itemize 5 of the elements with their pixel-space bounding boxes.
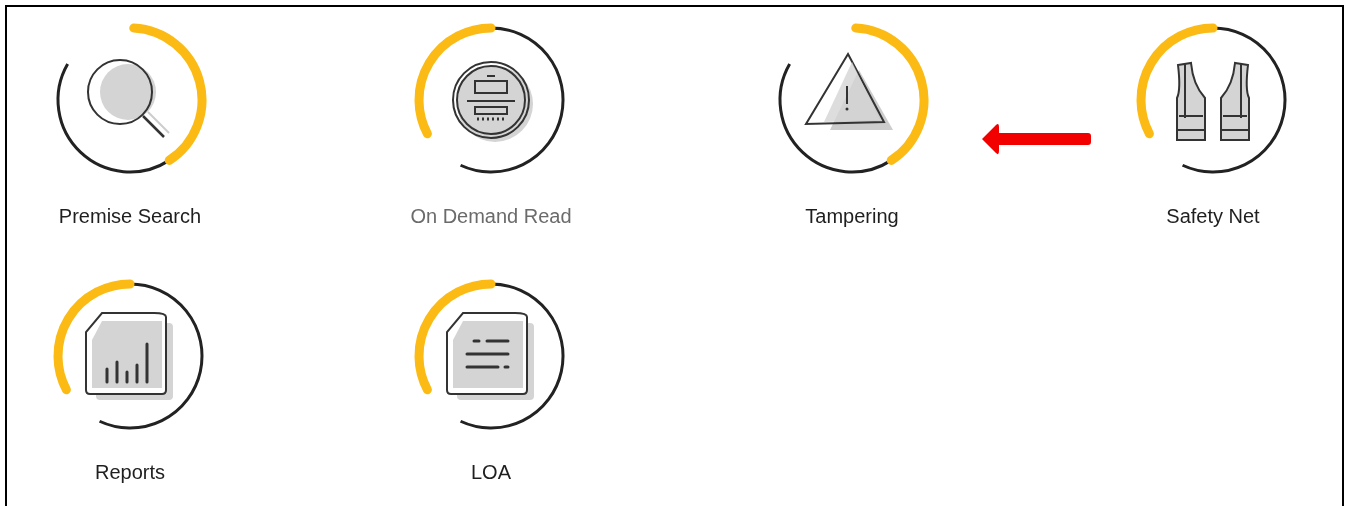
tile-label[interactable]: Safety Net <box>1166 204 1260 228</box>
tile-label[interactable]: Premise Search <box>58 204 202 228</box>
tile-label[interactable]: Reports <box>95 460 165 484</box>
tile-label[interactable]: LOA <box>471 460 511 484</box>
tile-label[interactable]: Tampering <box>805 204 899 228</box>
